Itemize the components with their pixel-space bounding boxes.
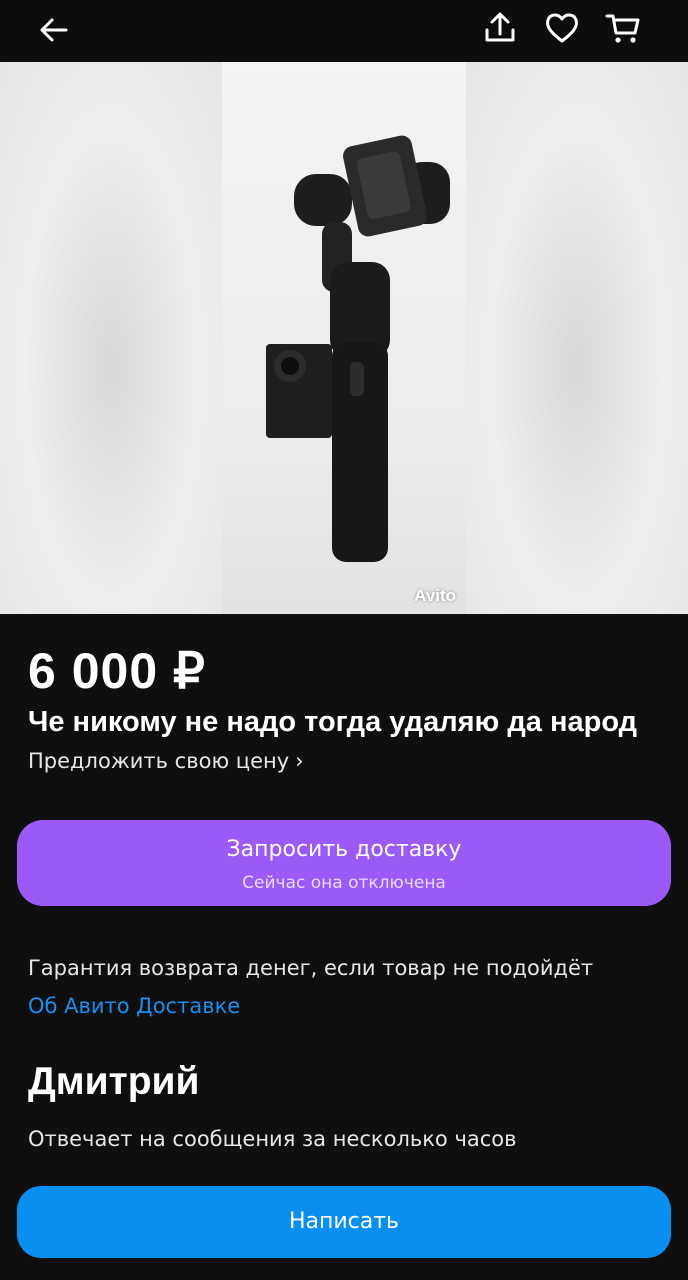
heart-icon[interactable] [542, 8, 582, 48]
offer-price-link[interactable]: Предложить свою цену › [28, 749, 304, 773]
request-delivery-sublabel: Сейчас она отключена [242, 873, 446, 893]
seller-reply-time: Отвечает на сообщения за несколько часов [28, 1127, 517, 1151]
chevron-right-icon: › [295, 749, 304, 773]
arrow-left-icon[interactable] [34, 10, 74, 50]
photo-blur-left [0, 62, 222, 614]
cart-icon[interactable] [603, 8, 643, 48]
money-back-guarantee: Гарантия возврата денег, если товар не п… [28, 956, 594, 980]
product-photo: Avito [222, 62, 466, 614]
offer-price-label: Предложить свою цену [28, 749, 290, 773]
write-message-button[interactable]: Написать [17, 1186, 671, 1258]
gimbal-illustration [266, 135, 450, 562]
about-avito-delivery-link[interactable]: Об Авито Доставке [28, 994, 240, 1018]
photo-gallery[interactable]: Avito [0, 62, 688, 614]
request-delivery-label: Запросить доставку [226, 837, 462, 862]
seller-name[interactable]: Дмитрий [28, 1060, 199, 1104]
share-icon[interactable] [480, 8, 520, 48]
request-delivery-button[interactable]: Запросить доставку Сейчас она отключена [17, 820, 671, 906]
price: 6 000 ₽ [28, 643, 206, 699]
avito-watermark: Avito [414, 586, 456, 605]
top-bar [0, 0, 688, 62]
photo-blur-right [466, 62, 688, 614]
listing-title: Че никому не надо тогда удаляю да народ [28, 706, 638, 738]
